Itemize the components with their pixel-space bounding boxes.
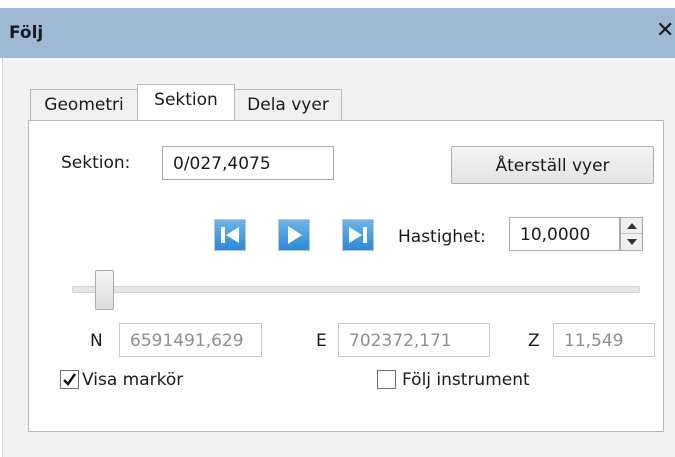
- e-label: E: [316, 331, 327, 351]
- e-coordinate-field: 702372,171: [338, 323, 490, 357]
- n-label: N: [90, 331, 103, 351]
- show-markers-checkbox[interactable]: [60, 370, 79, 389]
- skip-to-end-button[interactable]: [342, 219, 374, 251]
- z-coordinate-field: 11,549: [553, 323, 655, 357]
- speed-input[interactable]: 10,0000: [509, 217, 620, 251]
- follow-instrument-checkbox[interactable]: [377, 370, 396, 389]
- speed-input-value: 10,0000: [520, 225, 591, 245]
- section-label: Sektion:: [61, 153, 131, 173]
- spin-up-button[interactable]: [621, 218, 642, 234]
- speed-spinner: [620, 217, 643, 251]
- section-input[interactable]: 0/027,4075: [162, 146, 334, 180]
- e-coordinate-value: 702372,171: [349, 331, 452, 351]
- spin-down-button[interactable]: [621, 234, 642, 250]
- follow-instrument-label[interactable]: Följ instrument: [402, 370, 530, 390]
- speed-label: Hastighet:: [398, 227, 486, 247]
- n-coordinate-field: 6591491,629: [119, 323, 262, 357]
- section-slider-track[interactable]: [72, 286, 640, 293]
- section-slider-thumb[interactable]: [95, 270, 114, 310]
- section-input-value: 0/027,4075: [173, 154, 271, 174]
- z-label: Z: [528, 331, 540, 351]
- show-markers-label[interactable]: Visa markör: [82, 370, 183, 390]
- n-coordinate-value: 6591491,629: [130, 331, 244, 351]
- skip-to-start-button[interactable]: [214, 219, 246, 251]
- reset-views-button[interactable]: Återställ vyer: [451, 146, 654, 184]
- reset-views-label: Återställ vyer: [495, 156, 610, 176]
- play-icon: [288, 226, 302, 244]
- chevron-up-icon: [626, 222, 637, 229]
- play-button[interactable]: [278, 219, 310, 251]
- skip-to-start-icon: [221, 227, 239, 243]
- chevron-down-icon: [626, 239, 637, 245]
- z-coordinate-value: 11,549: [564, 331, 624, 351]
- skip-to-end-icon: [349, 227, 367, 243]
- checkmark-icon: [63, 373, 76, 386]
